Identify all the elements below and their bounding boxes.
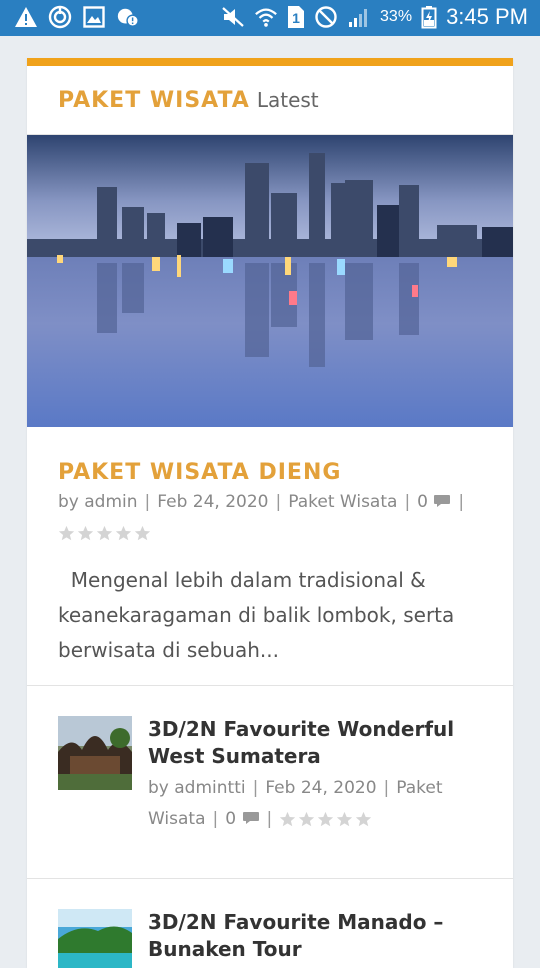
- list-item: 3D/2N Favourite Manado – Bunaken Tour: [27, 879, 513, 968]
- star-icon: [96, 525, 113, 540]
- gallery-icon: [82, 5, 106, 29]
- featured-post-meta: by admin | Feb 24, 2020 | Paket Wisata | 0 |: [58, 487, 482, 549]
- star-icon: [318, 811, 334, 826]
- by-label: by: [148, 778, 169, 798]
- list-item: 3D/2N Favourite Wonderful West Sumatera …: [27, 686, 513, 879]
- battery-percent: 33%: [380, 8, 413, 25]
- author-link[interactable]: admin: [84, 492, 137, 512]
- star-icon: [337, 811, 353, 826]
- by-label: by: [58, 492, 79, 512]
- post-date: Feb 24, 2020: [157, 492, 269, 512]
- featured-post: PAKET WISATA DIENG by admin | Feb 24, 2020…: [27, 427, 513, 686]
- comment-icon: [434, 495, 451, 507]
- post-thumbnail[interactable]: [58, 716, 132, 790]
- sync-icon: [48, 5, 72, 29]
- no-signal-icon: [314, 5, 338, 29]
- svg-text:1: 1: [292, 10, 300, 26]
- comment-count: 0: [225, 809, 237, 829]
- featured-post-excerpt: Mengenal lebih dalam tradisional & keane…: [58, 568, 455, 662]
- star-icon: [134, 525, 151, 540]
- widget-header: PAKET WISATA Latest: [27, 66, 513, 135]
- mute-icon: [221, 5, 245, 29]
- comment-count: 0: [417, 492, 428, 512]
- rating-stars: [279, 811, 372, 828]
- author-link[interactable]: admintti: [174, 778, 245, 798]
- post-thumbnail[interactable]: [58, 909, 132, 968]
- post-title[interactable]: 3D/2N Favourite Wonderful West Sumatera: [148, 716, 482, 770]
- warning-icon: [14, 5, 38, 29]
- star-icon: [58, 525, 75, 540]
- star-icon: [299, 811, 315, 826]
- category-link[interactable]: Paket Wisata: [288, 492, 397, 512]
- star-icon: [115, 525, 132, 540]
- post-meta: by admintti | Feb 24, 2020 | Paket Wisata | 0 …: [148, 778, 443, 829]
- clock: 3:45 PM: [446, 4, 528, 29]
- rating-stars: [58, 525, 151, 542]
- star-icon: [356, 811, 372, 826]
- chat-alert-icon: [116, 5, 140, 29]
- paket-wisata-widget: PAKET WISATA Latest PAKET WISATA DIENG b…: [27, 58, 513, 968]
- post-title[interactable]: 3D/2N Favourite Manado – Bunaken Tour: [148, 909, 482, 963]
- star-icon: [77, 525, 94, 540]
- status-bar: 1 33% 3:45 PM: [0, 0, 540, 36]
- sim-icon: 1: [287, 5, 305, 29]
- battery-charging-icon: [421, 5, 437, 29]
- star-icon: [280, 811, 296, 826]
- signal-icon: [347, 5, 371, 29]
- wifi-icon: [254, 5, 278, 29]
- featured-post-title[interactable]: PAKET WISATA DIENG: [58, 459, 482, 487]
- comment-icon: [242, 812, 259, 824]
- widget-title: PAKET WISATA: [58, 87, 250, 113]
- featured-image[interactable]: [27, 135, 513, 427]
- widget-subtitle: Latest: [256, 88, 319, 112]
- comments-link[interactable]: 0: [225, 809, 259, 829]
- comments-link[interactable]: 0: [417, 492, 451, 512]
- post-date: Feb 24, 2020: [265, 778, 377, 798]
